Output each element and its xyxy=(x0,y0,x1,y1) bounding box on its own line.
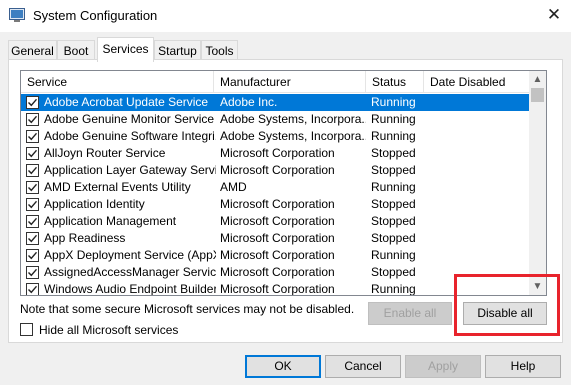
secure-services-note: Note that some secure Microsoft services… xyxy=(20,302,355,316)
service-manufacturer: Microsoft Corporation xyxy=(220,265,335,279)
service-status: Running xyxy=(371,248,416,262)
service-checkbox[interactable] xyxy=(26,130,39,143)
service-manufacturer: Microsoft Corporation xyxy=(220,248,335,262)
service-manufacturer: AMD xyxy=(220,180,247,194)
service-name: AssignedAccessManager Service xyxy=(44,265,216,279)
service-manufacturer: Microsoft Corporation xyxy=(220,197,335,211)
service-name: AllJoyn Router Service xyxy=(44,146,166,160)
apply-button[interactable]: Apply xyxy=(405,355,481,378)
service-name: Adobe Genuine Software Integri... xyxy=(44,129,216,143)
service-manufacturer: Adobe Systems, Incorpora... xyxy=(220,112,366,126)
service-status: Running xyxy=(371,95,416,109)
service-checkbox[interactable] xyxy=(26,96,39,109)
service-name: App Readiness xyxy=(44,231,126,245)
help-button[interactable]: Help xyxy=(485,355,561,378)
column-header-service[interactable]: Service xyxy=(21,71,214,93)
service-row[interactable]: AllJoyn Router Service Microsoft Corporat… xyxy=(21,145,529,162)
scroll-up-icon[interactable]: ▲ xyxy=(529,71,546,88)
service-name: Adobe Acrobat Update Service xyxy=(44,95,209,109)
tab-boot[interactable]: Boot xyxy=(57,40,95,60)
column-header-date-disabled[interactable]: Date Disabled xyxy=(424,71,529,93)
service-name: Windows Audio Endpoint Builder xyxy=(44,282,216,296)
service-status: Running xyxy=(371,112,416,126)
service-checkbox[interactable] xyxy=(26,232,39,245)
service-row[interactable]: Adobe Genuine Monitor Service Adobe Syste… xyxy=(21,111,529,128)
column-header-manufacturer[interactable]: Manufacturer xyxy=(214,71,366,93)
service-checkbox[interactable] xyxy=(26,181,39,194)
tab-tools[interactable]: Tools xyxy=(201,40,238,60)
tab-general[interactable]: General xyxy=(8,40,57,60)
service-name: Adobe Genuine Monitor Service xyxy=(44,112,215,126)
list-header: Service Manufacturer Status Date Disable… xyxy=(21,71,529,93)
service-manufacturer: Adobe Inc. xyxy=(220,95,278,109)
service-checkbox[interactable] xyxy=(26,198,39,211)
service-row[interactable]: AppX Deployment Service (AppX... Microsof… xyxy=(21,247,529,264)
service-row[interactable]: Adobe Genuine Software Integri... Adobe S… xyxy=(21,128,529,145)
service-status: Running xyxy=(371,129,416,143)
close-button[interactable]: ✕ xyxy=(538,2,570,30)
service-status: Running xyxy=(371,282,416,296)
service-status: Stopped xyxy=(371,163,416,177)
service-row[interactable]: Application Identity Microsoft Corporatio… xyxy=(21,196,529,213)
column-header-status[interactable]: Status xyxy=(366,71,424,93)
service-row[interactable]: Application Management Microsoft Corporat… xyxy=(21,213,529,230)
service-checkbox[interactable] xyxy=(26,266,39,279)
ok-button[interactable]: OK xyxy=(245,355,321,378)
service-name: AMD External Events Utility xyxy=(44,180,191,194)
service-name: Application Identity xyxy=(44,197,145,211)
service-row[interactable]: Application Layer Gateway Service Microso… xyxy=(21,162,529,179)
service-manufacturer: Microsoft Corporation xyxy=(220,282,335,296)
service-checkbox[interactable] xyxy=(26,147,39,160)
service-checkbox[interactable] xyxy=(26,164,39,177)
enable-all-button[interactable]: Enable all xyxy=(368,302,452,325)
service-manufacturer: Microsoft Corporation xyxy=(220,231,335,245)
service-status: Stopped xyxy=(371,214,416,228)
scroll-thumb[interactable] xyxy=(531,88,544,102)
service-row[interactable]: AMD External Events Utility AMD Running xyxy=(21,179,529,196)
service-row[interactable]: Windows Audio Endpoint Builder Microsoft … xyxy=(21,281,529,296)
services-list[interactable]: Service Manufacturer Status Date Disable… xyxy=(20,70,547,296)
cancel-button[interactable]: Cancel xyxy=(325,355,401,378)
service-status: Stopped xyxy=(371,197,416,211)
service-status: Stopped xyxy=(371,265,416,279)
service-row[interactable]: AssignedAccessManager Service Microsoft C… xyxy=(21,264,529,281)
service-checkbox[interactable] xyxy=(26,215,39,228)
window-title: System Configuration xyxy=(33,8,158,23)
service-manufacturer: Microsoft Corporation xyxy=(220,163,335,177)
service-checkbox[interactable] xyxy=(26,249,39,262)
service-manufacturer: Microsoft Corporation xyxy=(220,146,335,160)
title-bar: System Configuration ✕ xyxy=(0,0,571,32)
highlight-annotation xyxy=(454,274,560,336)
service-status: Running xyxy=(371,180,416,194)
hide-microsoft-services-label: Hide all Microsoft services xyxy=(39,323,179,337)
tab-services[interactable]: Services xyxy=(97,37,154,62)
service-status: Stopped xyxy=(371,231,416,245)
service-checkbox[interactable] xyxy=(26,283,39,295)
service-name: Application Layer Gateway Service xyxy=(44,163,216,177)
service-row[interactable]: App Readiness Microsoft Corporation Stoppe… xyxy=(21,230,529,247)
service-status: Stopped xyxy=(371,146,416,160)
service-name: Application Management xyxy=(44,214,177,228)
system-configuration-icon xyxy=(9,8,25,22)
service-manufacturer: Microsoft Corporation xyxy=(220,214,335,228)
hide-microsoft-services-checkbox[interactable] xyxy=(20,323,33,336)
service-checkbox[interactable] xyxy=(26,113,39,126)
service-name: AppX Deployment Service (AppX... xyxy=(44,248,216,262)
tab-startup[interactable]: Startup xyxy=(154,40,201,60)
vertical-scrollbar[interactable]: ▲ ▼ xyxy=(529,71,546,295)
service-row[interactable]: Adobe Acrobat Update Service Adobe Inc. Ru… xyxy=(21,94,529,111)
service-manufacturer: Adobe Systems, Incorpora... xyxy=(220,129,366,143)
